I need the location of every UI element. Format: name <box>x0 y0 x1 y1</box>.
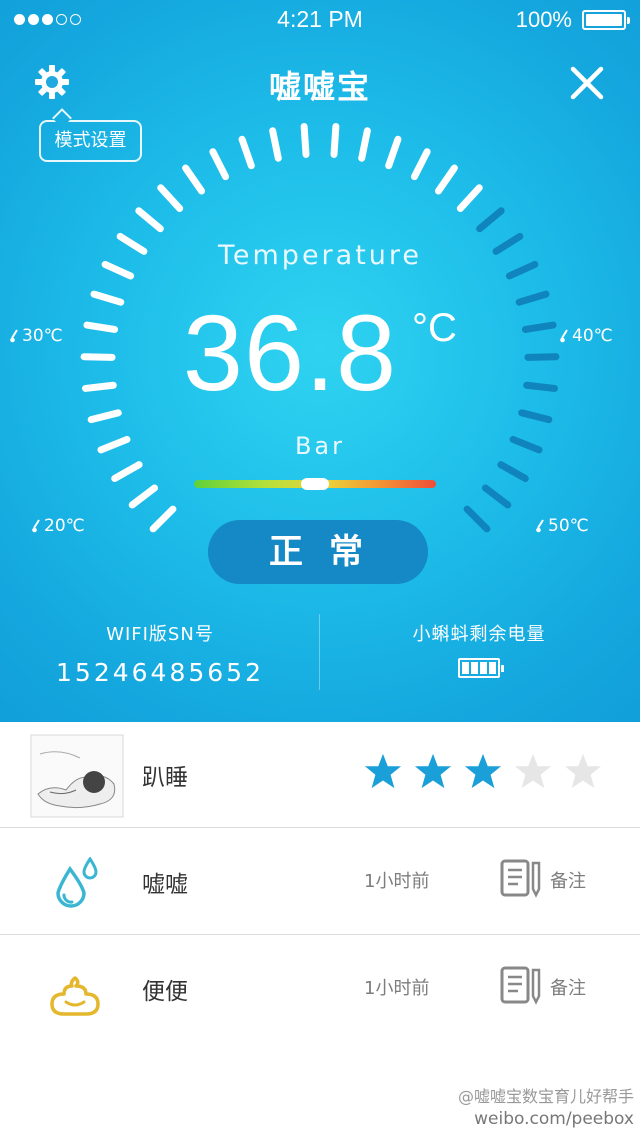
thermometer-icon <box>536 519 544 533</box>
list-item-pee[interactable]: 嘘嘘 1小时前 备注 <box>0 829 640 935</box>
bar-label: Bar <box>294 432 346 460</box>
gauge-tick <box>149 505 177 533</box>
pee-time: 1小时前 <box>364 871 430 892</box>
list-item-poop[interactable]: 便便 1小时前 备注 <box>0 936 640 1042</box>
star-filled-icon[interactable] <box>464 752 502 790</box>
gauge-tick <box>518 409 553 424</box>
sn-title: WIFI版SN号 <box>106 624 214 645</box>
scale-label-50: 50℃ <box>536 516 589 536</box>
gauge-tick <box>456 184 483 212</box>
star-filled-icon[interactable] <box>414 752 452 790</box>
mode-settings-tooltip[interactable]: 模式设置 <box>39 120 142 162</box>
gauge-tick <box>128 484 159 509</box>
gauge-tick <box>497 461 529 482</box>
watermark: @嘘嘘宝数宝育儿好帮手 weibo.com/peebox <box>457 1087 634 1129</box>
gauge-tick <box>80 353 116 361</box>
info-divider <box>319 614 320 690</box>
gauge-tick <box>135 207 164 233</box>
temperature-value: 36.8 <box>182 292 398 413</box>
gauge-tick <box>300 123 310 158</box>
gauge-tick <box>463 505 491 533</box>
gauge-tick <box>524 353 560 361</box>
gauge-tick <box>476 207 505 233</box>
gauge-tick <box>269 127 282 162</box>
status-button[interactable]: 正常 <box>208 520 428 584</box>
pee-label: 嘘嘘 <box>142 872 188 898</box>
gauge-tick <box>157 184 184 212</box>
gauge-tick <box>238 135 255 170</box>
gauge-tick <box>330 123 340 158</box>
poop-icon <box>50 976 100 1016</box>
gauge-tick <box>385 135 402 170</box>
gauge-tick <box>358 127 371 162</box>
gauge-tick <box>111 461 143 482</box>
scale-label-30: 30℃ <box>10 326 63 346</box>
thermometer-icon <box>32 519 40 533</box>
sn-info: WIFI版SN号 15246485652 <box>40 620 280 687</box>
temperature-unit: °C <box>412 306 457 350</box>
poop-note-button[interactable]: 备注 <box>550 974 586 1000</box>
baby-sleeping-icon <box>30 734 124 818</box>
sleep-rating[interactable] <box>364 752 602 790</box>
temperature-bar-indicator <box>301 478 329 490</box>
star-empty-icon[interactable] <box>564 752 602 790</box>
poop-time: 1小时前 <box>364 978 430 999</box>
gauge-tick <box>434 164 458 195</box>
note-icon[interactable] <box>500 966 542 1006</box>
pee-note-button[interactable]: 备注 <box>550 867 586 893</box>
page-title: 嘘嘘宝 <box>268 68 371 106</box>
note-icon[interactable] <box>500 859 542 899</box>
sn-number: 15246485652 <box>56 658 264 687</box>
list-item-sleep[interactable]: 趴睡 <box>0 722 640 828</box>
gauge-tick <box>515 290 550 306</box>
gauge-tick <box>209 148 230 181</box>
star-empty-icon[interactable] <box>514 752 552 790</box>
temperature-panel: 4:21 PM 100% 嘘嘘宝 模式设置 Temperature 36.8 °… <box>0 0 640 722</box>
close-icon[interactable] <box>570 66 604 100</box>
water-drop-icon <box>56 857 98 908</box>
gauge-tick <box>90 290 125 306</box>
gauge-tick <box>481 484 512 509</box>
scale-label-40: 40℃ <box>560 326 613 346</box>
sleep-label: 趴睡 <box>142 765 188 791</box>
device-battery-icon <box>458 658 504 678</box>
star-filled-icon[interactable] <box>364 752 402 790</box>
thermometer-icon <box>10 329 18 343</box>
device-battery-info: 小蝌蚪剩余电量 <box>356 620 602 678</box>
gauge-tick <box>81 381 117 392</box>
gauge-tick <box>523 381 559 392</box>
battery-title: 小蝌蚪剩余电量 <box>412 624 546 645</box>
gauge-tick <box>83 321 119 333</box>
gauge-tick <box>410 148 431 181</box>
poop-label: 便便 <box>142 979 188 1005</box>
thermometer-icon <box>560 329 568 343</box>
gauge-tick <box>182 164 206 195</box>
scale-label-20: 20℃ <box>32 516 85 536</box>
gauge-tick <box>521 321 557 333</box>
gauge-tick <box>87 409 122 424</box>
temperature-label: Temperature <box>217 240 423 271</box>
